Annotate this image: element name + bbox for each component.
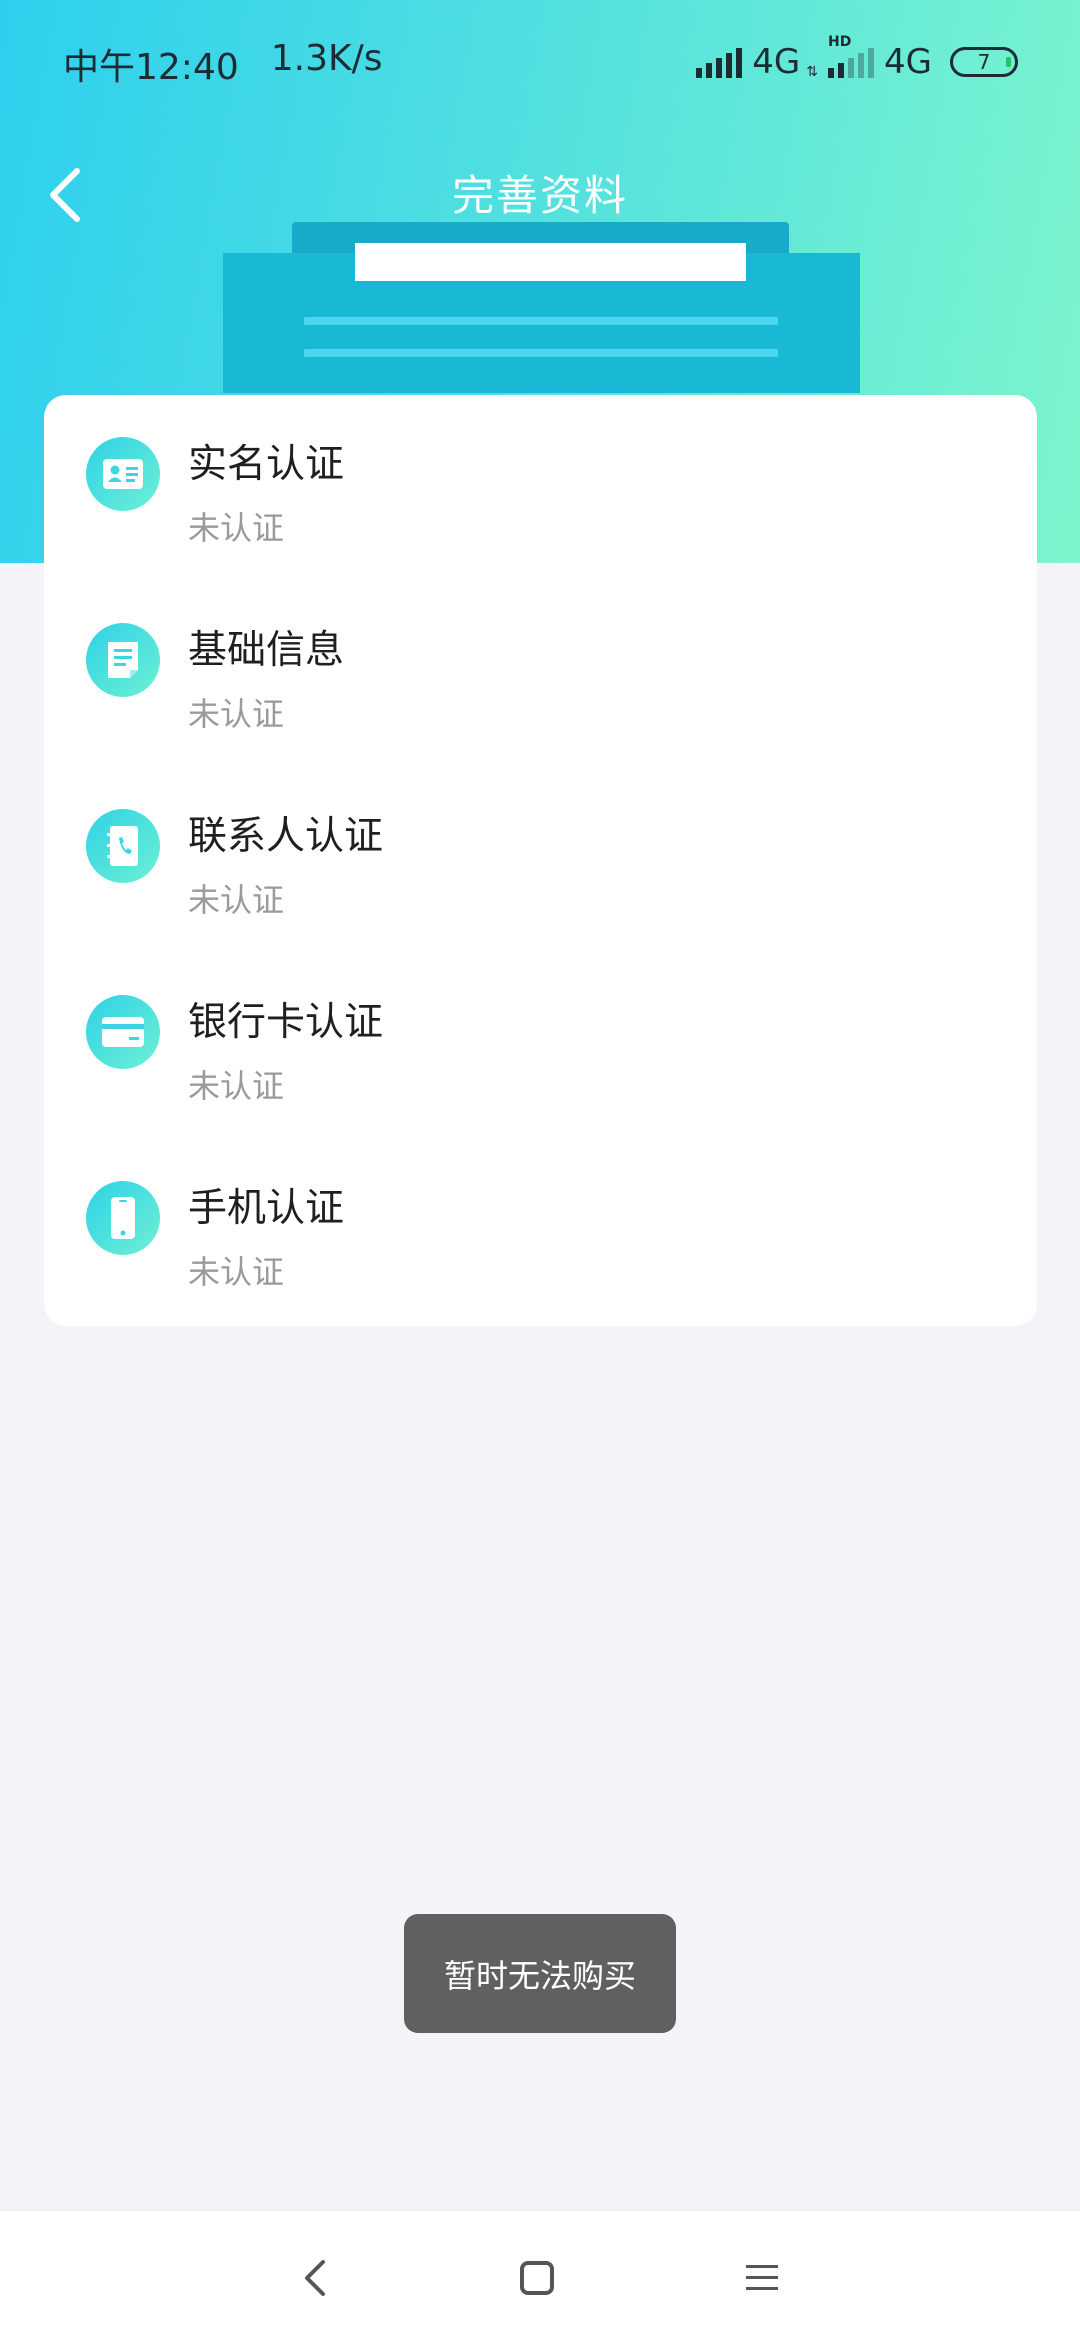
id-card-icon [86, 437, 160, 511]
contacts-book-icon [86, 809, 160, 883]
item-title: 手机认证 [188, 1186, 345, 1231]
item-title: 实名认证 [188, 442, 345, 487]
item-status: 未认证 [188, 881, 285, 919]
verification-item-basic-info[interactable]: 基础信息 未认证 [44, 581, 1037, 767]
signal-strength-icon [696, 46, 743, 78]
status-bar: 中午12:40 1.3K/s 4G ⇅ HD 4G 7 [0, 0, 1080, 125]
nav-home-icon [520, 2261, 554, 2295]
folder-line [304, 317, 778, 325]
hd-label: HD [828, 34, 852, 50]
data-transfer-icon: ⇅ [806, 64, 819, 80]
page-title: 完善资料 [451, 171, 628, 220]
status-right: 4G ⇅ HD 4G 7 [696, 34, 1018, 84]
verification-item-real-name[interactable]: 实名认证 未认证 [44, 395, 1037, 581]
folder-paper [355, 243, 746, 281]
hd-signal-group: HD [828, 34, 875, 78]
nav-back-button[interactable] [281, 2243, 351, 2313]
item-status: 未认证 [188, 1253, 285, 1291]
item-title: 联系人认证 [188, 814, 384, 859]
nav-menu-button[interactable] [727, 2243, 797, 2313]
item-title: 银行卡认证 [188, 1000, 384, 1045]
system-navigation-bar [0, 2210, 1080, 2340]
bank-card-icon [86, 995, 160, 1069]
screen: 中午12:40 1.3K/s 4G ⇅ HD 4G 7 完善资料 实名认证 未认… [0, 0, 1080, 2340]
status-net-speed: 1.3K/s [270, 38, 383, 79]
nav-back-icon [305, 2260, 325, 2296]
nav-home-button[interactable] [502, 2243, 572, 2313]
item-title: 基础信息 [188, 628, 345, 673]
item-status: 未认证 [188, 509, 285, 547]
verification-card: 实名认证 未认证 基础信息 未认证 联系人认证 未认证 银行卡认证 未认证 手机… [44, 395, 1037, 1326]
verification-item-mobile[interactable]: 手机认证 未认证 [44, 1139, 1037, 1325]
folder-line [304, 349, 778, 357]
signal-strength-2-icon [828, 46, 875, 78]
item-status: 未认证 [188, 695, 285, 733]
status-time: 中午12:40 [63, 47, 239, 88]
item-status: 未认证 [188, 1067, 285, 1105]
network-type-1: 4G [752, 42, 801, 82]
nav-menu-icon [746, 2265, 778, 2290]
battery-level: 7 [977, 50, 991, 74]
verification-item-bank-card[interactable]: 银行卡认证 未认证 [44, 953, 1037, 1139]
status-left: 中午12:40 1.3K/s [63, 38, 383, 90]
mobile-phone-icon [86, 1181, 160, 1255]
network-type-2: 4G [884, 42, 932, 82]
toast-message: 暂时无法购买 [404, 1914, 676, 2033]
verification-item-contacts[interactable]: 联系人认证 未认证 [44, 767, 1037, 953]
document-icon [86, 623, 160, 697]
battery-icon: 7 [950, 47, 1018, 77]
